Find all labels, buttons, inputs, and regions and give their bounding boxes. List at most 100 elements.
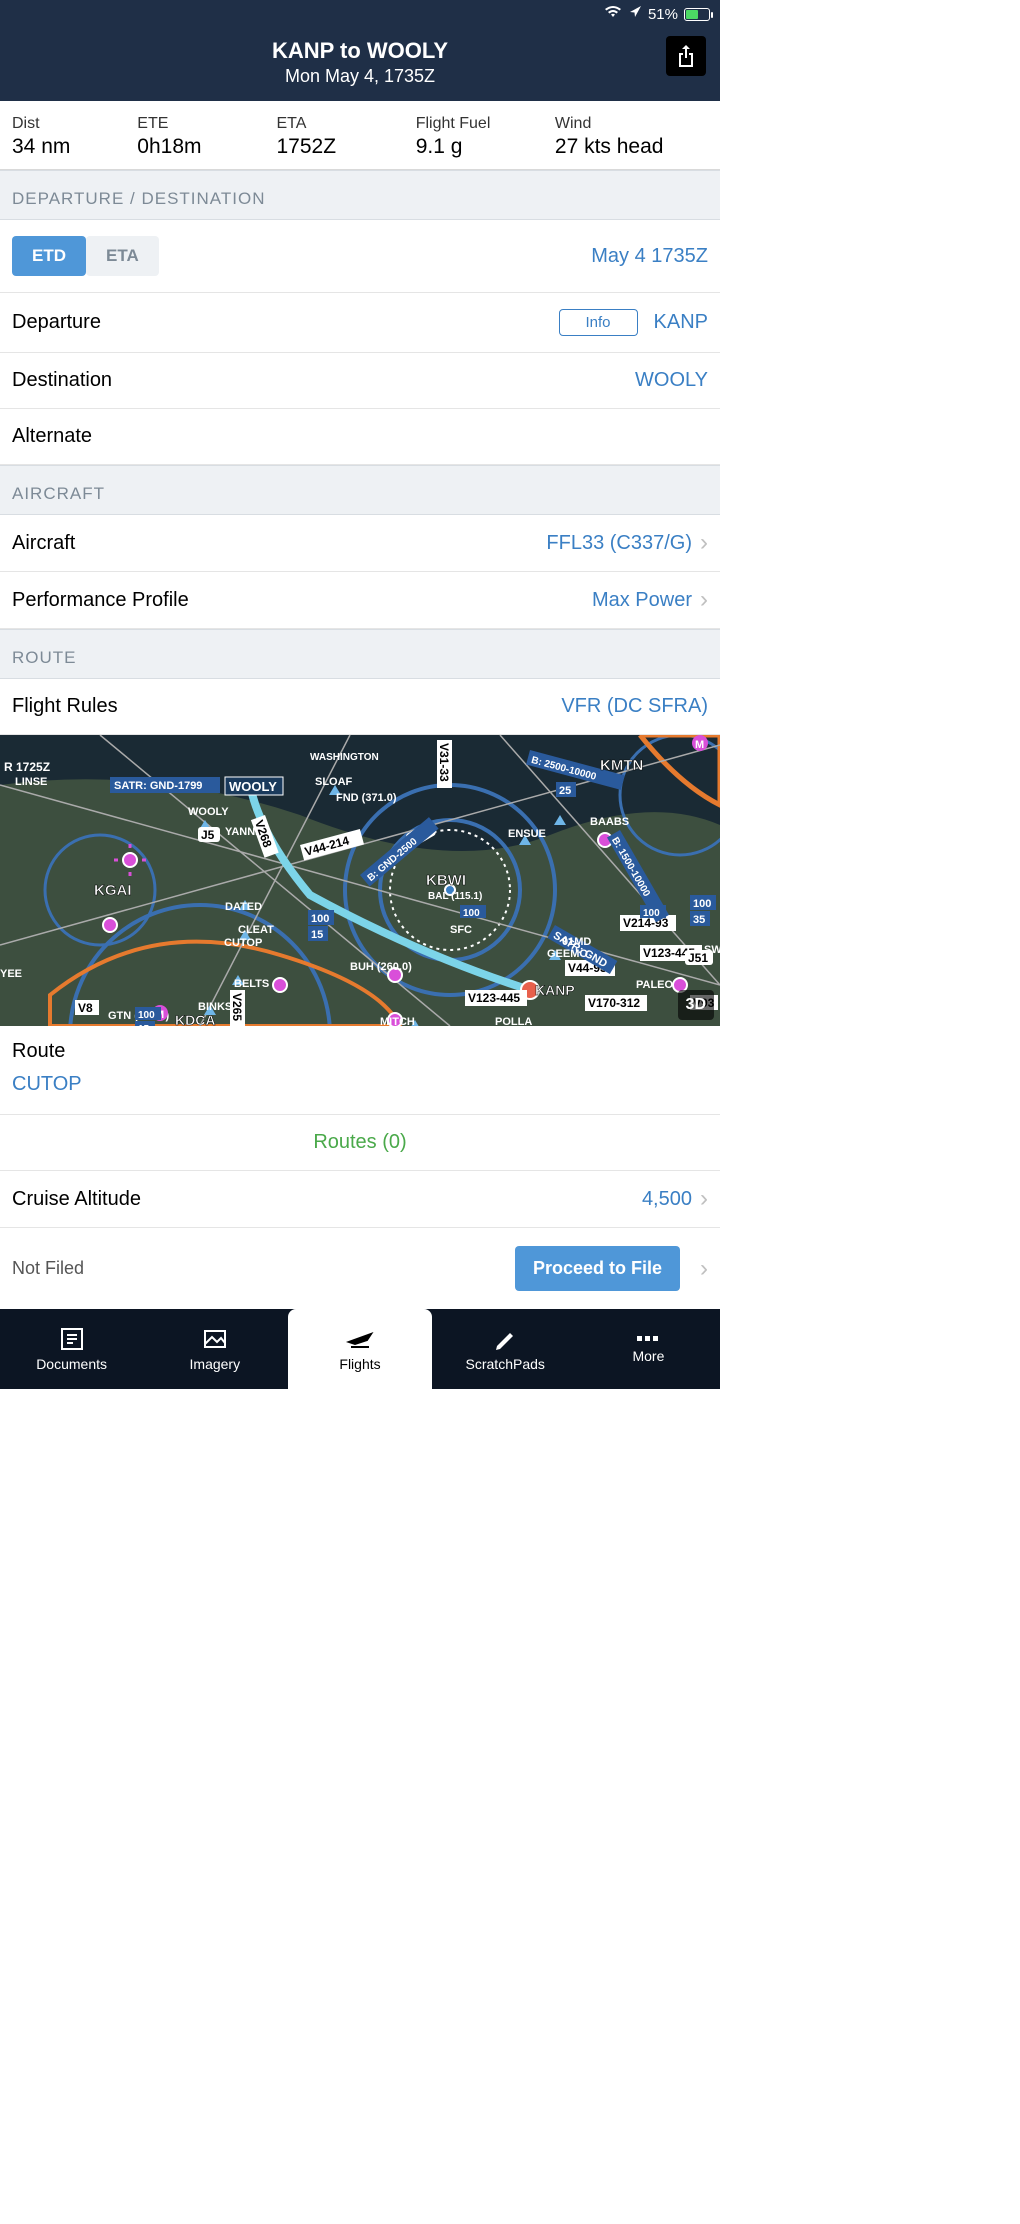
flights-icon (345, 1326, 375, 1352)
tab-documents[interactable]: Documents (0, 1309, 143, 1389)
tab-scratchpads[interactable]: ScratchPads (434, 1309, 577, 1389)
svg-text:DATED: DATED (225, 901, 262, 913)
svg-text:V123-445: V123-445 (468, 991, 520, 1005)
filing-row: Not Filed Proceed to File › (0, 1228, 720, 1309)
svg-text:FND (371.0): FND (371.0) (336, 792, 397, 804)
etd-eta-segment: ETD ETA (12, 236, 159, 276)
filing-status: Not Filed (12, 1258, 84, 1279)
map-3d-button[interactable]: 3D (678, 990, 714, 1020)
svg-text:SFC: SFC (450, 924, 472, 936)
svg-text:01MD: 01MD (562, 936, 591, 948)
svg-text:POLLA: POLLA (495, 1016, 532, 1026)
svg-text:BAL (115.1): BAL (115.1) (428, 891, 482, 902)
svg-text:BAABS: BAABS (590, 816, 629, 828)
route-value: CUTOP (12, 1073, 708, 1096)
chevron-right-icon: › (700, 531, 708, 555)
eta-tab[interactable]: ETA (86, 236, 159, 276)
departure-value: KANP (654, 311, 708, 334)
stat-dist: Dist34 nm (12, 115, 137, 159)
svg-text:KDCA: KDCA (175, 1012, 215, 1026)
svg-text:BINKS: BINKS (198, 1001, 232, 1013)
tab-bar: Documents Imagery Flights ScratchPads Mo… (0, 1309, 720, 1389)
performance-row[interactable]: Performance Profile Max Power › (0, 572, 720, 629)
location-icon (628, 5, 642, 23)
tab-imagery[interactable]: Imagery (143, 1309, 286, 1389)
destination-value: WOOLY (635, 369, 708, 392)
imagery-icon (202, 1326, 228, 1352)
svg-text:KMTN: KMTN (600, 757, 643, 774)
svg-text:ENSUE: ENSUE (508, 828, 546, 840)
page-title: KANP to WOOLY (14, 38, 706, 64)
svg-text:100: 100 (643, 908, 660, 919)
routes-link[interactable]: Routes (0) (0, 1115, 720, 1171)
scratchpads-icon (492, 1326, 518, 1352)
svg-text:WASHINGTON: WASHINGTON (310, 752, 379, 763)
etd-value: May 4 1735Z (591, 245, 708, 268)
etd-tab[interactable]: ETD (12, 236, 86, 276)
performance-value: Max Power (592, 589, 692, 612)
destination-row[interactable]: Destination WOOLY (0, 353, 720, 409)
svg-text:BUH (260.0): BUH (260.0) (350, 961, 412, 973)
svg-text:15: 15 (138, 1024, 150, 1026)
stat-fuel: Flight Fuel9.1 g (416, 115, 555, 159)
header: KANP to WOOLY Mon May 4, 1735Z (0, 28, 720, 101)
tab-more[interactable]: More (577, 1309, 720, 1389)
stat-eta: ETA1752Z (276, 115, 415, 159)
chevron-right-icon: › (700, 588, 708, 612)
documents-icon (59, 1326, 85, 1352)
share-icon (676, 44, 696, 68)
svg-text:MITCH: MITCH (380, 1016, 415, 1026)
svg-text:YANNI: YANNI (225, 826, 258, 838)
chevron-right-icon: › (700, 1187, 708, 1211)
aircraft-value: FFL33 (C337/G) (546, 532, 692, 555)
wifi-icon (604, 5, 622, 23)
svg-text:100: 100 (138, 1010, 155, 1021)
svg-text:35: 35 (693, 914, 705, 926)
section-aircraft: AIRCRAFT (0, 465, 720, 515)
svg-text:CUTOP: CUTOP (224, 937, 262, 949)
cruise-value: 4,500 (642, 1188, 692, 1211)
svg-text:YEE: YEE (0, 968, 22, 980)
svg-text:R 1725Z: R 1725Z (4, 760, 50, 774)
tab-flights[interactable]: Flights (288, 1309, 431, 1389)
svg-text:WOOLY: WOOLY (188, 806, 229, 818)
stat-ete: ETE0h18m (137, 115, 276, 159)
svg-text:WOOLY: WOOLY (229, 779, 277, 794)
svg-text:100: 100 (311, 913, 329, 925)
etd-row[interactable]: ETD ETA May 4 1735Z (0, 220, 720, 293)
svg-text:V170-312: V170-312 (588, 996, 640, 1010)
departure-row[interactable]: Departure Info KANP (0, 293, 720, 353)
svg-text:SLOAF: SLOAF (315, 776, 353, 788)
cruise-altitude-row[interactable]: Cruise Altitude 4,500 › (0, 1171, 720, 1228)
flight-rules-row[interactable]: Flight Rules VFR (DC SFRA) (0, 679, 720, 735)
svg-text:25: 25 (559, 785, 571, 797)
svg-text:PALEO: PALEO (636, 979, 674, 991)
svg-text:LINSE: LINSE (15, 776, 47, 788)
svg-text:CLEAT: CLEAT (238, 924, 274, 936)
aircraft-row[interactable]: Aircraft FFL33 (C337/G) › (0, 515, 720, 572)
status-bar: 51% (0, 0, 720, 28)
alternate-row[interactable]: Alternate (0, 409, 720, 465)
svg-text:KBWI: KBWI (426, 872, 466, 889)
route-row[interactable]: Route CUTOP (0, 1026, 720, 1115)
svg-text:BELTS: BELTS (234, 978, 269, 990)
proceed-file-button[interactable]: Proceed to File (515, 1246, 680, 1291)
route-map[interactable]: V44-214 V214-93 V123-445 V44-93 V170-312… (0, 735, 720, 1026)
section-depdest: DEPARTURE / DESTINATION (0, 170, 720, 220)
svg-text:SW: SW (704, 944, 720, 956)
stats-row: Dist34 nm ETE0h18m ETA1752Z Flight Fuel9… (0, 101, 720, 170)
chevron-right-icon: › (700, 1257, 708, 1281)
svg-text:15: 15 (311, 929, 323, 941)
share-button[interactable] (666, 36, 706, 76)
battery-percent: 51% (648, 6, 678, 23)
flight-rules-value: VFR (DC SFRA) (561, 695, 708, 718)
svg-text:V31-33: V31-33 (437, 743, 451, 782)
section-route: ROUTE (0, 629, 720, 679)
page-subtitle: Mon May 4, 1735Z (14, 66, 706, 87)
battery-icon (684, 8, 710, 21)
svg-text:J5: J5 (201, 828, 215, 842)
departure-info-button[interactable]: Info (559, 309, 638, 336)
svg-text:V8: V8 (78, 1001, 93, 1015)
stat-wind: Wind27 kts head (555, 115, 708, 159)
svg-text:KGAI: KGAI (94, 882, 132, 899)
